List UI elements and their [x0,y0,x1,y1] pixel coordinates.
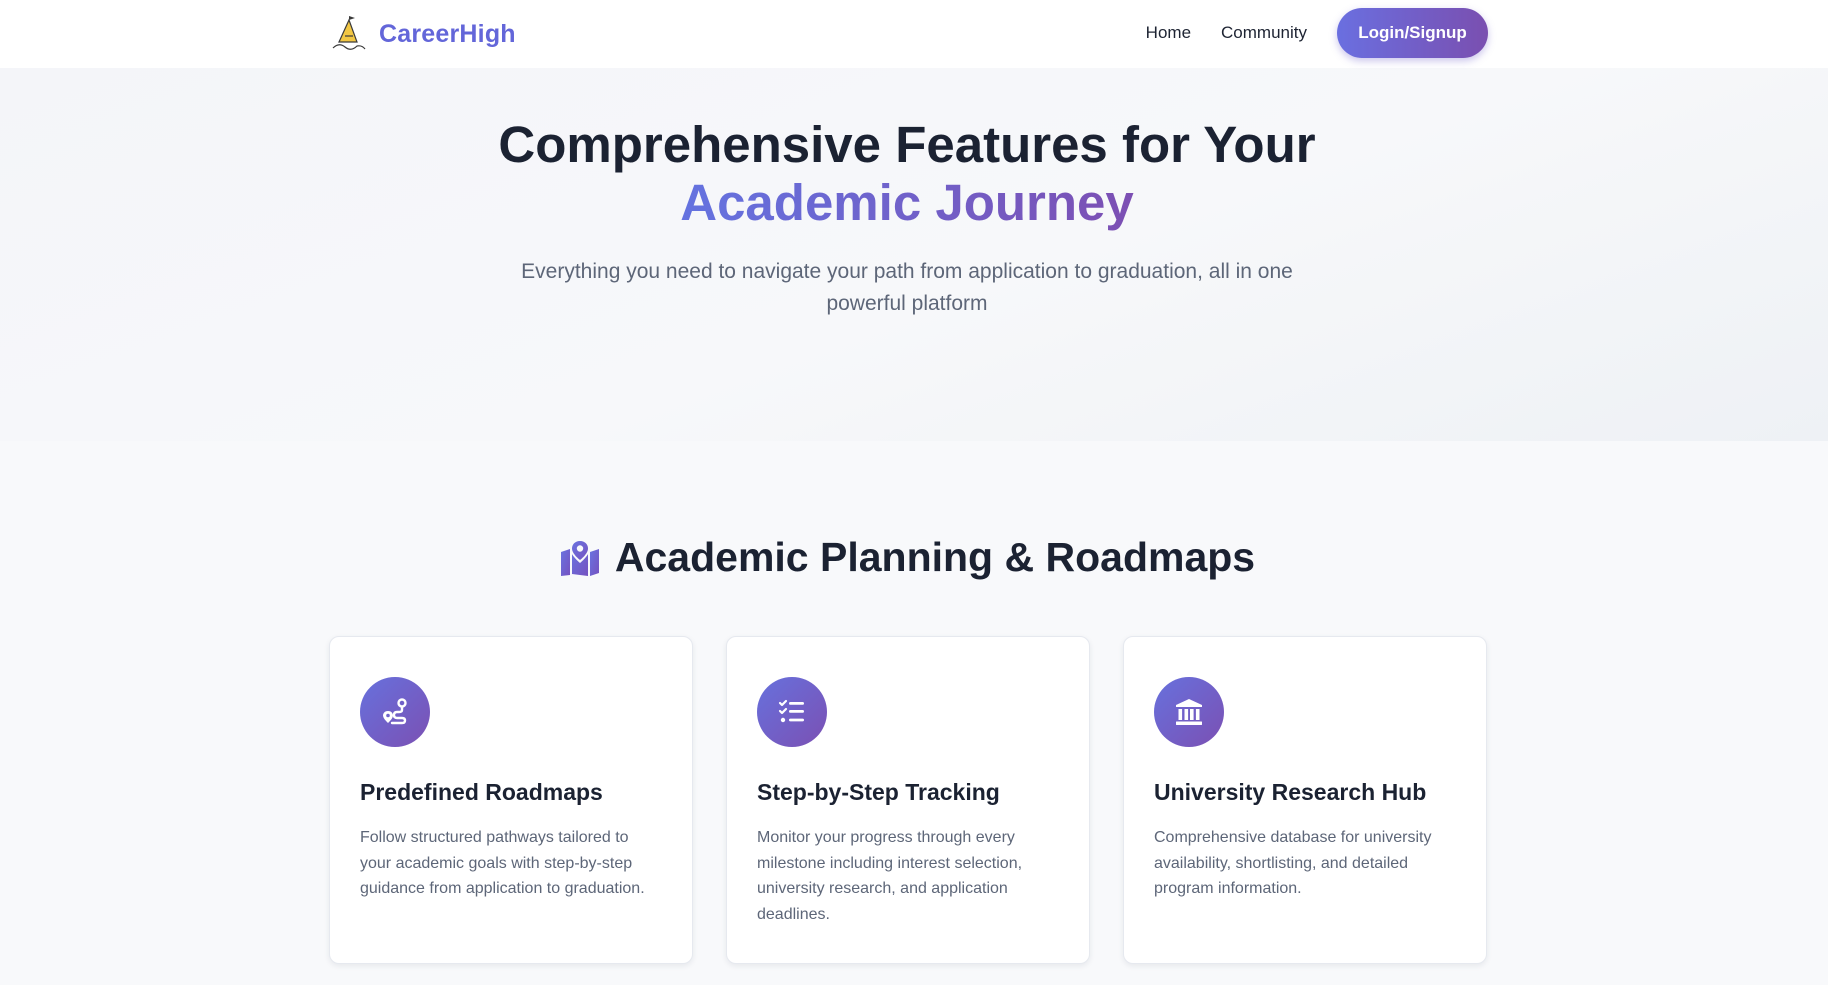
nav-links: Home Community Login/Signup [1146,8,1488,58]
brand-logo[interactable]: CareerHigh [329,14,516,54]
hero-title: Comprehensive Features for Your Academic… [0,116,1814,232]
card-title: University Research Hub [1154,779,1427,805]
checklist-icon [757,677,827,747]
card-title: Predefined Roadmaps [360,779,603,805]
card-description: Comprehensive database for university av… [1154,829,1432,897]
card-title: Step-by-Step Tracking [757,779,1000,805]
section-heading: Academic Planning & Roadmaps [0,529,1814,585]
navbar: CareerHigh Home Community Login/Signup [0,0,1828,68]
section-title: Academic Planning & Roadmaps [614,533,1256,580]
academic-planning-section: Academic Planning & Roadmaps Predefined … [0,441,1828,985]
hero-title-line1: Comprehensive Features for Your [498,116,1316,173]
nav-community-link[interactable]: Community [1221,23,1307,43]
university-icon [1154,677,1224,747]
brand-name: CareerHigh [379,19,516,48]
hero-title-accent: Academic Journey [680,174,1134,231]
logo-icon [332,16,366,50]
feature-card-predefined-roadmaps[interactable]: Predefined Roadmaps Follow structured pa… [329,636,693,964]
hero-section: Comprehensive Features for Your Academic… [0,68,1828,441]
route-icon [360,677,430,747]
feature-cards: Predefined Roadmaps Follow structured pa… [329,636,1487,964]
feature-card-university-research[interactable]: University Research Hub Comprehensive da… [1123,636,1487,964]
hero-subtitle: Everything you need to navigate your pat… [521,260,1293,315]
feature-card-step-tracking[interactable]: Step-by-Step Tracking Monitor your progr… [726,636,1090,964]
login-signup-button[interactable]: Login/Signup [1337,8,1488,58]
nav-home-link[interactable]: Home [1146,23,1191,43]
card-description: Follow structured pathways tailored to y… [360,829,645,897]
card-description: Monitor your progress through every mile… [757,829,1023,923]
map-location-icon [560,539,599,576]
